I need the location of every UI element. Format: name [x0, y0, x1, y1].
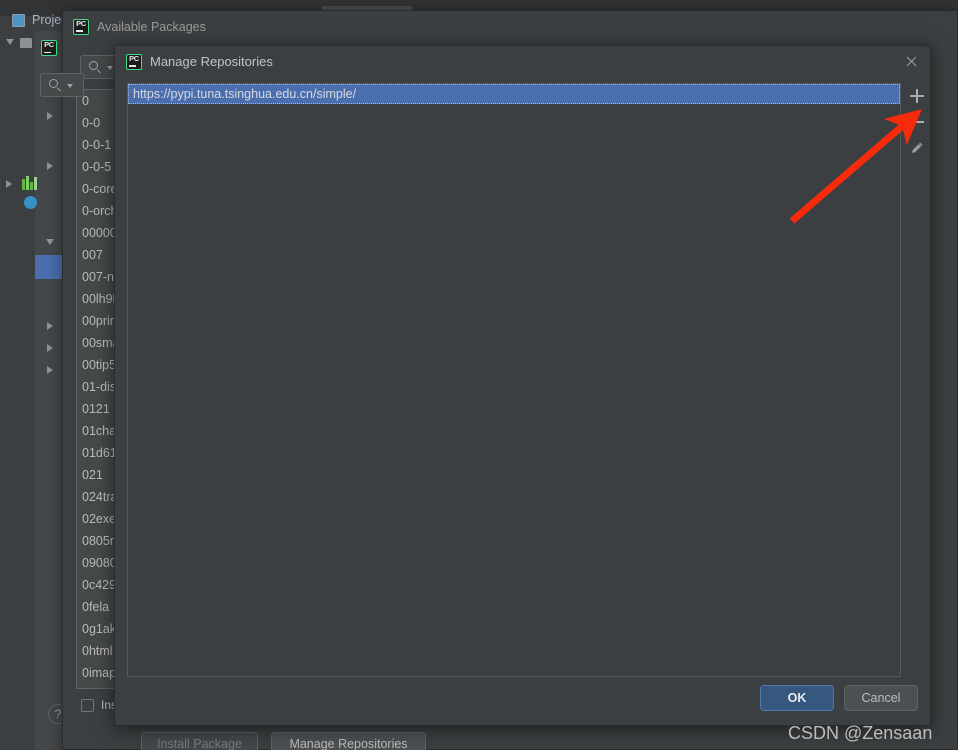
manage-repositories-footer: OK Cancel — [760, 685, 918, 711]
pycharm-icon — [126, 53, 142, 70]
add-repository-button[interactable] — [904, 83, 930, 109]
available-packages-titlebar: Available Packages — [63, 11, 957, 42]
tree-expander-external-icon[interactable] — [6, 180, 12, 188]
tree-expander-4-icon[interactable] — [47, 322, 53, 330]
repository-list-item[interactable]: https://pypi.tuna.tsinghua.edu.cn/simple… — [128, 84, 900, 104]
search-icon — [49, 79, 58, 88]
remove-repository-button[interactable] — [904, 109, 930, 135]
manage-repositories-dialog: Manage Repositories https://pypi.tuna.ts… — [114, 45, 931, 726]
tree-expander-6-icon[interactable] — [47, 366, 53, 374]
install-package-button[interactable]: Install Package — [141, 732, 258, 750]
manage-repositories-titlebar: Manage Repositories — [115, 46, 930, 77]
checkbox-box[interactable] — [81, 698, 94, 712]
manage-repositories-title: Manage Repositories — [150, 54, 273, 69]
chart-icon — [22, 176, 37, 190]
package-search-input[interactable] — [40, 73, 84, 97]
tree-expander-root-icon[interactable] — [6, 39, 14, 45]
tree-expander-2-icon[interactable] — [47, 162, 53, 170]
database-icon — [24, 196, 37, 209]
edit-repository-button[interactable] — [904, 135, 930, 161]
folder-icon — [20, 38, 32, 48]
repository-toolbar — [904, 83, 930, 161]
tree-expander-3-icon[interactable] — [46, 239, 54, 245]
chevron-down-icon — [67, 84, 73, 88]
pencil-icon — [911, 142, 923, 154]
close-icon[interactable] — [903, 53, 920, 70]
available-packages-title: Available Packages — [97, 19, 206, 34]
tree-expander-5-icon[interactable] — [47, 344, 53, 352]
cancel-button[interactable]: Cancel — [844, 685, 918, 711]
repository-list[interactable]: https://pypi.tuna.tsinghua.edu.cn/simple… — [127, 83, 901, 677]
pycharm-icon — [73, 18, 89, 35]
chevron-down-icon — [107, 66, 113, 70]
ok-button[interactable]: OK — [760, 685, 834, 711]
project-window-icon — [12, 13, 25, 27]
tree-expander-1-icon[interactable] — [47, 112, 53, 120]
ide-left-panel — [0, 31, 40, 750]
watermark: CSDN @Zensaan — [788, 723, 933, 743]
tree-selected-node[interactable] — [35, 255, 63, 279]
pycharm-icon — [41, 40, 57, 56]
search-icon — [89, 61, 98, 70]
manage-repositories-button[interactable]: Manage Repositories — [271, 732, 426, 750]
